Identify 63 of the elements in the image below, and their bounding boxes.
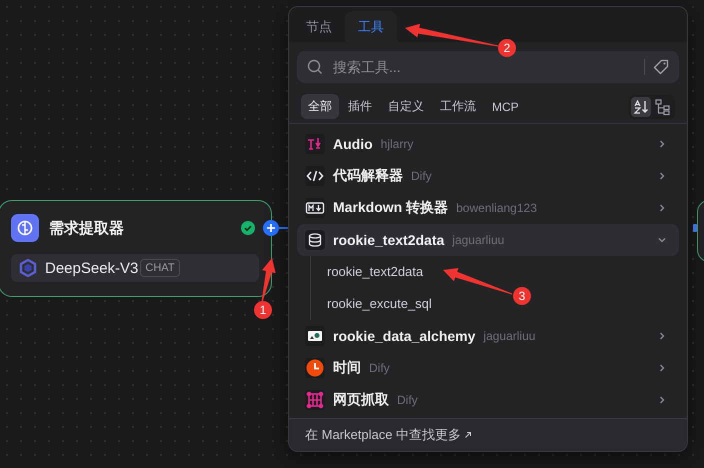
filter-tab[interactable]: MCP — [485, 96, 526, 118]
markdown-icon — [305, 198, 325, 218]
tool-author: jaguarliuu — [483, 329, 536, 343]
chevron-right-icon — [657, 203, 667, 213]
grid-icon — [305, 390, 325, 410]
tool-author: jaguarliuu — [452, 233, 504, 247]
check-icon — [241, 221, 255, 235]
model-tag: CHAT — [140, 259, 180, 277]
tool-name: 时间 — [333, 359, 361, 377]
tool-name: Markdown 转换器 — [333, 199, 448, 217]
chevron-right-icon — [657, 171, 667, 181]
tool-item[interactable]: Audio hjlarry — [297, 128, 679, 160]
chevron-right-icon — [657, 139, 667, 149]
tool-author: Dify — [411, 169, 432, 183]
number-badge: 1 — [254, 301, 272, 319]
chevron-right-icon — [657, 363, 667, 373]
connection-handle[interactable] — [693, 224, 697, 232]
add-icon[interactable] — [263, 220, 279, 236]
tool-name: Audio — [333, 136, 373, 152]
model-icon — [19, 259, 37, 277]
external-link-icon — [464, 431, 472, 439]
tool-author: Dify — [369, 361, 390, 375]
model-selector[interactable]: DeepSeek-V3 CHAT — [11, 254, 259, 282]
node-title: 需求提取器 — [49, 218, 124, 238]
tool-action-item[interactable]: rookie_excute_sql — [311, 288, 432, 320]
search-field[interactable]: 搜索工具... — [297, 51, 679, 83]
code-icon — [305, 166, 325, 186]
tool-name: 代码解释器 — [333, 167, 403, 185]
search-input[interactable]: 搜索工具... — [331, 58, 636, 76]
tool-author: hjlarry — [380, 137, 414, 151]
chevron-down-icon — [657, 235, 667, 245]
tool-item[interactable]: Markdown 转换器 bowenliang123 — [297, 192, 679, 224]
tab[interactable]: 工具 — [345, 11, 397, 42]
model-name: DeepSeek-V3 — [45, 260, 138, 276]
node-card[interactable]: 需求提取器 DeepSeek-V3 CHAT — [0, 200, 272, 297]
tool-item[interactable]: 网页抓取 Dify — [297, 384, 679, 416]
sort-icon[interactable] — [631, 96, 651, 116]
tab[interactable]: 节点 — [293, 11, 345, 42]
tool-item[interactable]: 时间 Dify — [297, 352, 679, 384]
tool-author: Dify — [397, 393, 418, 407]
brain-icon — [11, 214, 39, 242]
arrow-annotation — [443, 268, 512, 294]
chevron-right-icon — [657, 331, 667, 341]
tool-name: rookie_data_alchemy — [333, 328, 476, 344]
tool-author: bowenliang123 — [456, 201, 537, 215]
chevron-right-icon — [657, 395, 667, 405]
clock-icon — [305, 358, 325, 378]
database-icon — [305, 230, 325, 250]
tag-icon[interactable] — [653, 59, 669, 75]
filter-tab[interactable]: 自定义 — [381, 94, 431, 119]
tool-item[interactable]: rookie_data_alchemy jaguarliuu — [297, 320, 679, 352]
arrow-annotation — [262, 258, 276, 302]
filter-tab[interactable]: 全部 — [301, 94, 339, 119]
tool-item[interactable]: rookie_text2data jaguarliuu — [297, 224, 679, 256]
tool-action-item[interactable]: rookie_text2data — [311, 256, 424, 288]
search-icon — [307, 59, 323, 75]
filter-tab[interactable]: 工作流 — [433, 94, 483, 119]
tool-item[interactable]: 代码解释器 Dify — [297, 160, 679, 192]
tool-name: 网页抓取 — [333, 391, 389, 409]
filter-tab[interactable]: 插件 — [341, 94, 379, 119]
tool-name: rookie_text2data — [333, 232, 444, 248]
audio-icon — [305, 134, 325, 154]
image-icon — [305, 326, 325, 346]
